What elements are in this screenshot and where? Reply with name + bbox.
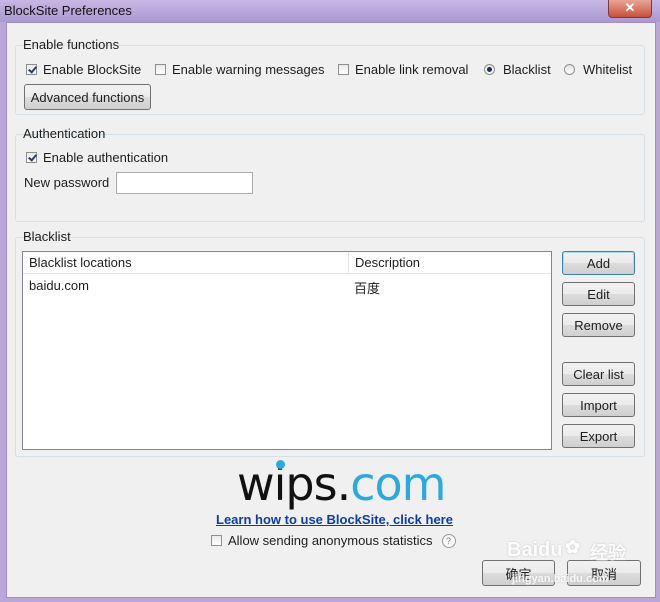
- clear-list-button[interactable]: Clear list: [562, 362, 635, 386]
- help-icon[interactable]: ?: [441, 533, 456, 548]
- enable-authentication-checkbox[interactable]: Enable authentication: [26, 150, 168, 165]
- enable-warning-checkbox[interactable]: Enable warning messages: [155, 62, 324, 77]
- advanced-functions-button[interactable]: Advanced functions: [24, 84, 151, 110]
- blacklist-radio-label: Blacklist: [503, 62, 551, 77]
- enable-link-removal-label: Enable link removal: [355, 62, 469, 77]
- import-button[interactable]: Import: [562, 393, 635, 417]
- blacklist-group-label: Blacklist: [23, 229, 71, 244]
- enable-blocksite-checkbox[interactable]: Enable BlockSite: [26, 62, 141, 77]
- edit-button[interactable]: Edit: [562, 282, 635, 306]
- enable-blocksite-label: Enable BlockSite: [43, 62, 142, 77]
- enable-authentication-label: Enable authentication: [43, 150, 169, 165]
- authentication-group: [15, 134, 645, 222]
- logo-dot-icon: [276, 460, 285, 469]
- close-button[interactable]: ✕: [608, 0, 652, 18]
- allow-statistics-checkbox[interactable]: Allow sending anonymous statistics ?: [211, 533, 456, 548]
- whitelist-radio-label: Whitelist: [583, 62, 633, 77]
- logo-text-dark: wips.: [237, 457, 351, 511]
- column-header-description[interactable]: Description: [349, 252, 551, 274]
- checkbox-checked-icon: [26, 152, 37, 163]
- row-description: 百度: [354, 281, 381, 296]
- column-header-locations[interactable]: Blacklist locations: [23, 252, 349, 274]
- whitelist-radio[interactable]: Whitelist: [564, 62, 632, 77]
- close-icon: ✕: [624, 0, 636, 15]
- remove-button[interactable]: Remove: [562, 313, 635, 337]
- window-title: BlockSite Preferences: [4, 3, 132, 18]
- radio-unselected-icon: [564, 64, 575, 75]
- new-password-field[interactable]: [116, 172, 253, 194]
- add-button[interactable]: Add: [562, 251, 635, 275]
- watermark-jingyan: 经验: [590, 543, 626, 563]
- watermark-url: jingyan.baidu.com: [512, 573, 609, 585]
- enable-link-removal-checkbox[interactable]: Enable link removal: [338, 62, 468, 77]
- watermark-paw-icon: ✿: [565, 537, 581, 557]
- enable-warning-label: Enable warning messages: [172, 62, 325, 77]
- checkbox-unchecked-icon: [338, 64, 349, 75]
- row-location: baidu.com: [29, 278, 89, 293]
- dialog-body: Enable functions Enable BlockSite Enable…: [6, 22, 656, 598]
- new-password-label: New password: [24, 175, 110, 190]
- title-bar[interactable]: BlockSite Preferences ✕: [0, 0, 660, 22]
- help-link[interactable]: Learn how to use BlockSite, click here: [216, 512, 453, 527]
- checkbox-unchecked-icon: [211, 535, 222, 546]
- table-row[interactable]: baidu.com 百度: [23, 275, 551, 296]
- blacklist-table[interactable]: Blacklist locations Description baidu.co…: [22, 251, 552, 450]
- wips-logo: wips.com: [237, 457, 446, 511]
- checkbox-checked-icon: [26, 64, 37, 75]
- blacklist-radio[interactable]: Blacklist: [484, 62, 551, 77]
- export-button[interactable]: Export: [562, 424, 635, 448]
- enable-functions-label: Enable functions: [23, 37, 120, 52]
- radio-selected-icon: [484, 64, 495, 75]
- authentication-label: Authentication: [23, 126, 106, 141]
- checkbox-unchecked-icon: [155, 64, 166, 75]
- allow-statistics-label: Allow sending anonymous statistics: [228, 533, 433, 548]
- logo-text-blue: com: [350, 457, 446, 511]
- watermark-baidu: Baidu: [507, 539, 563, 561]
